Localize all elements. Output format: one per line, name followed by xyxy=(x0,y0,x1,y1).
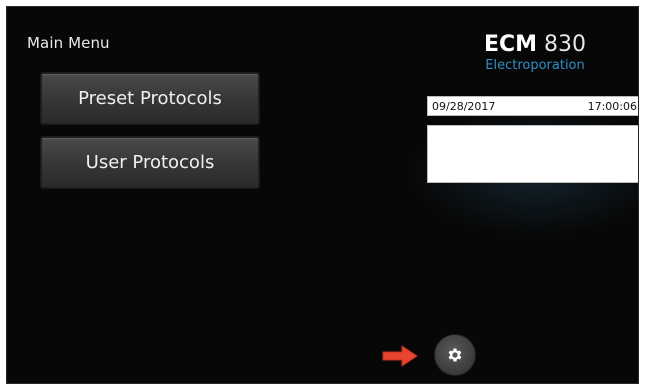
settings-button[interactable] xyxy=(434,334,476,376)
date-display: 09/28/2017 xyxy=(432,99,496,113)
datetime-bar: 09/28/2017 17:00:06 xyxy=(427,96,638,116)
device-screen: Main Menu Preset Protocols User Protocol… xyxy=(6,6,639,384)
logo-subtitle: Electroporation xyxy=(485,58,585,73)
arrow-right-icon xyxy=(382,345,418,367)
logo-model-number: 830 xyxy=(544,32,587,57)
time-display: 17:00:06 xyxy=(587,99,637,113)
device-logo: ECM 830 Electroporation xyxy=(425,32,638,74)
logo-model-name: ECM xyxy=(483,32,538,57)
logo-model: ECM 830 xyxy=(425,32,638,57)
gear-icon xyxy=(448,348,462,362)
preset-protocols-button[interactable]: Preset Protocols xyxy=(41,73,259,124)
user-protocols-button[interactable]: User Protocols xyxy=(41,137,259,188)
main-menu-title: Main Menu xyxy=(27,34,110,52)
info-panel xyxy=(427,125,638,183)
